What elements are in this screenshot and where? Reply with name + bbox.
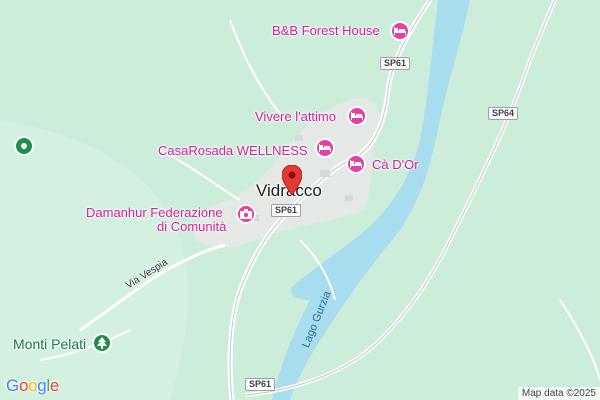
road-shield-sp61: SP61: [245, 378, 276, 391]
google-logo: Google: [6, 376, 60, 395]
map-attribution: Map data ©2025: [517, 387, 600, 400]
poi-label-line2: di Comunità: [157, 219, 227, 234]
location-pin-icon[interactable]: [282, 165, 302, 195]
tree-icon: [92, 333, 112, 353]
poi-label-line1: Damanhur Federazione: [86, 205, 223, 220]
camera-icon: [236, 204, 256, 224]
park-marker-icon[interactable]: [14, 136, 34, 156]
road-shield-sp64: SP64: [488, 107, 519, 120]
poi-label: B&B Forest House: [272, 23, 380, 38]
hotel-bed-icon: [347, 106, 367, 126]
park-label: Monti Pelati: [13, 336, 87, 352]
map-canvas[interactable]: B&B Forest House Vivere l'attimo CasaRos…: [0, 0, 600, 400]
hotel-bed-icon: [315, 138, 335, 158]
road-shield-sp61: SP61: [271, 204, 302, 217]
poi-label: Cà D'Or: [372, 157, 419, 172]
poi-label: CasaRosada WELLNESS: [158, 143, 308, 158]
hotel-bed-icon: [390, 21, 410, 41]
road-shield-sp61: SP61: [380, 57, 411, 70]
hotel-bed-icon: [346, 154, 366, 174]
poi-label: Vivere l'attimo: [255, 109, 336, 124]
